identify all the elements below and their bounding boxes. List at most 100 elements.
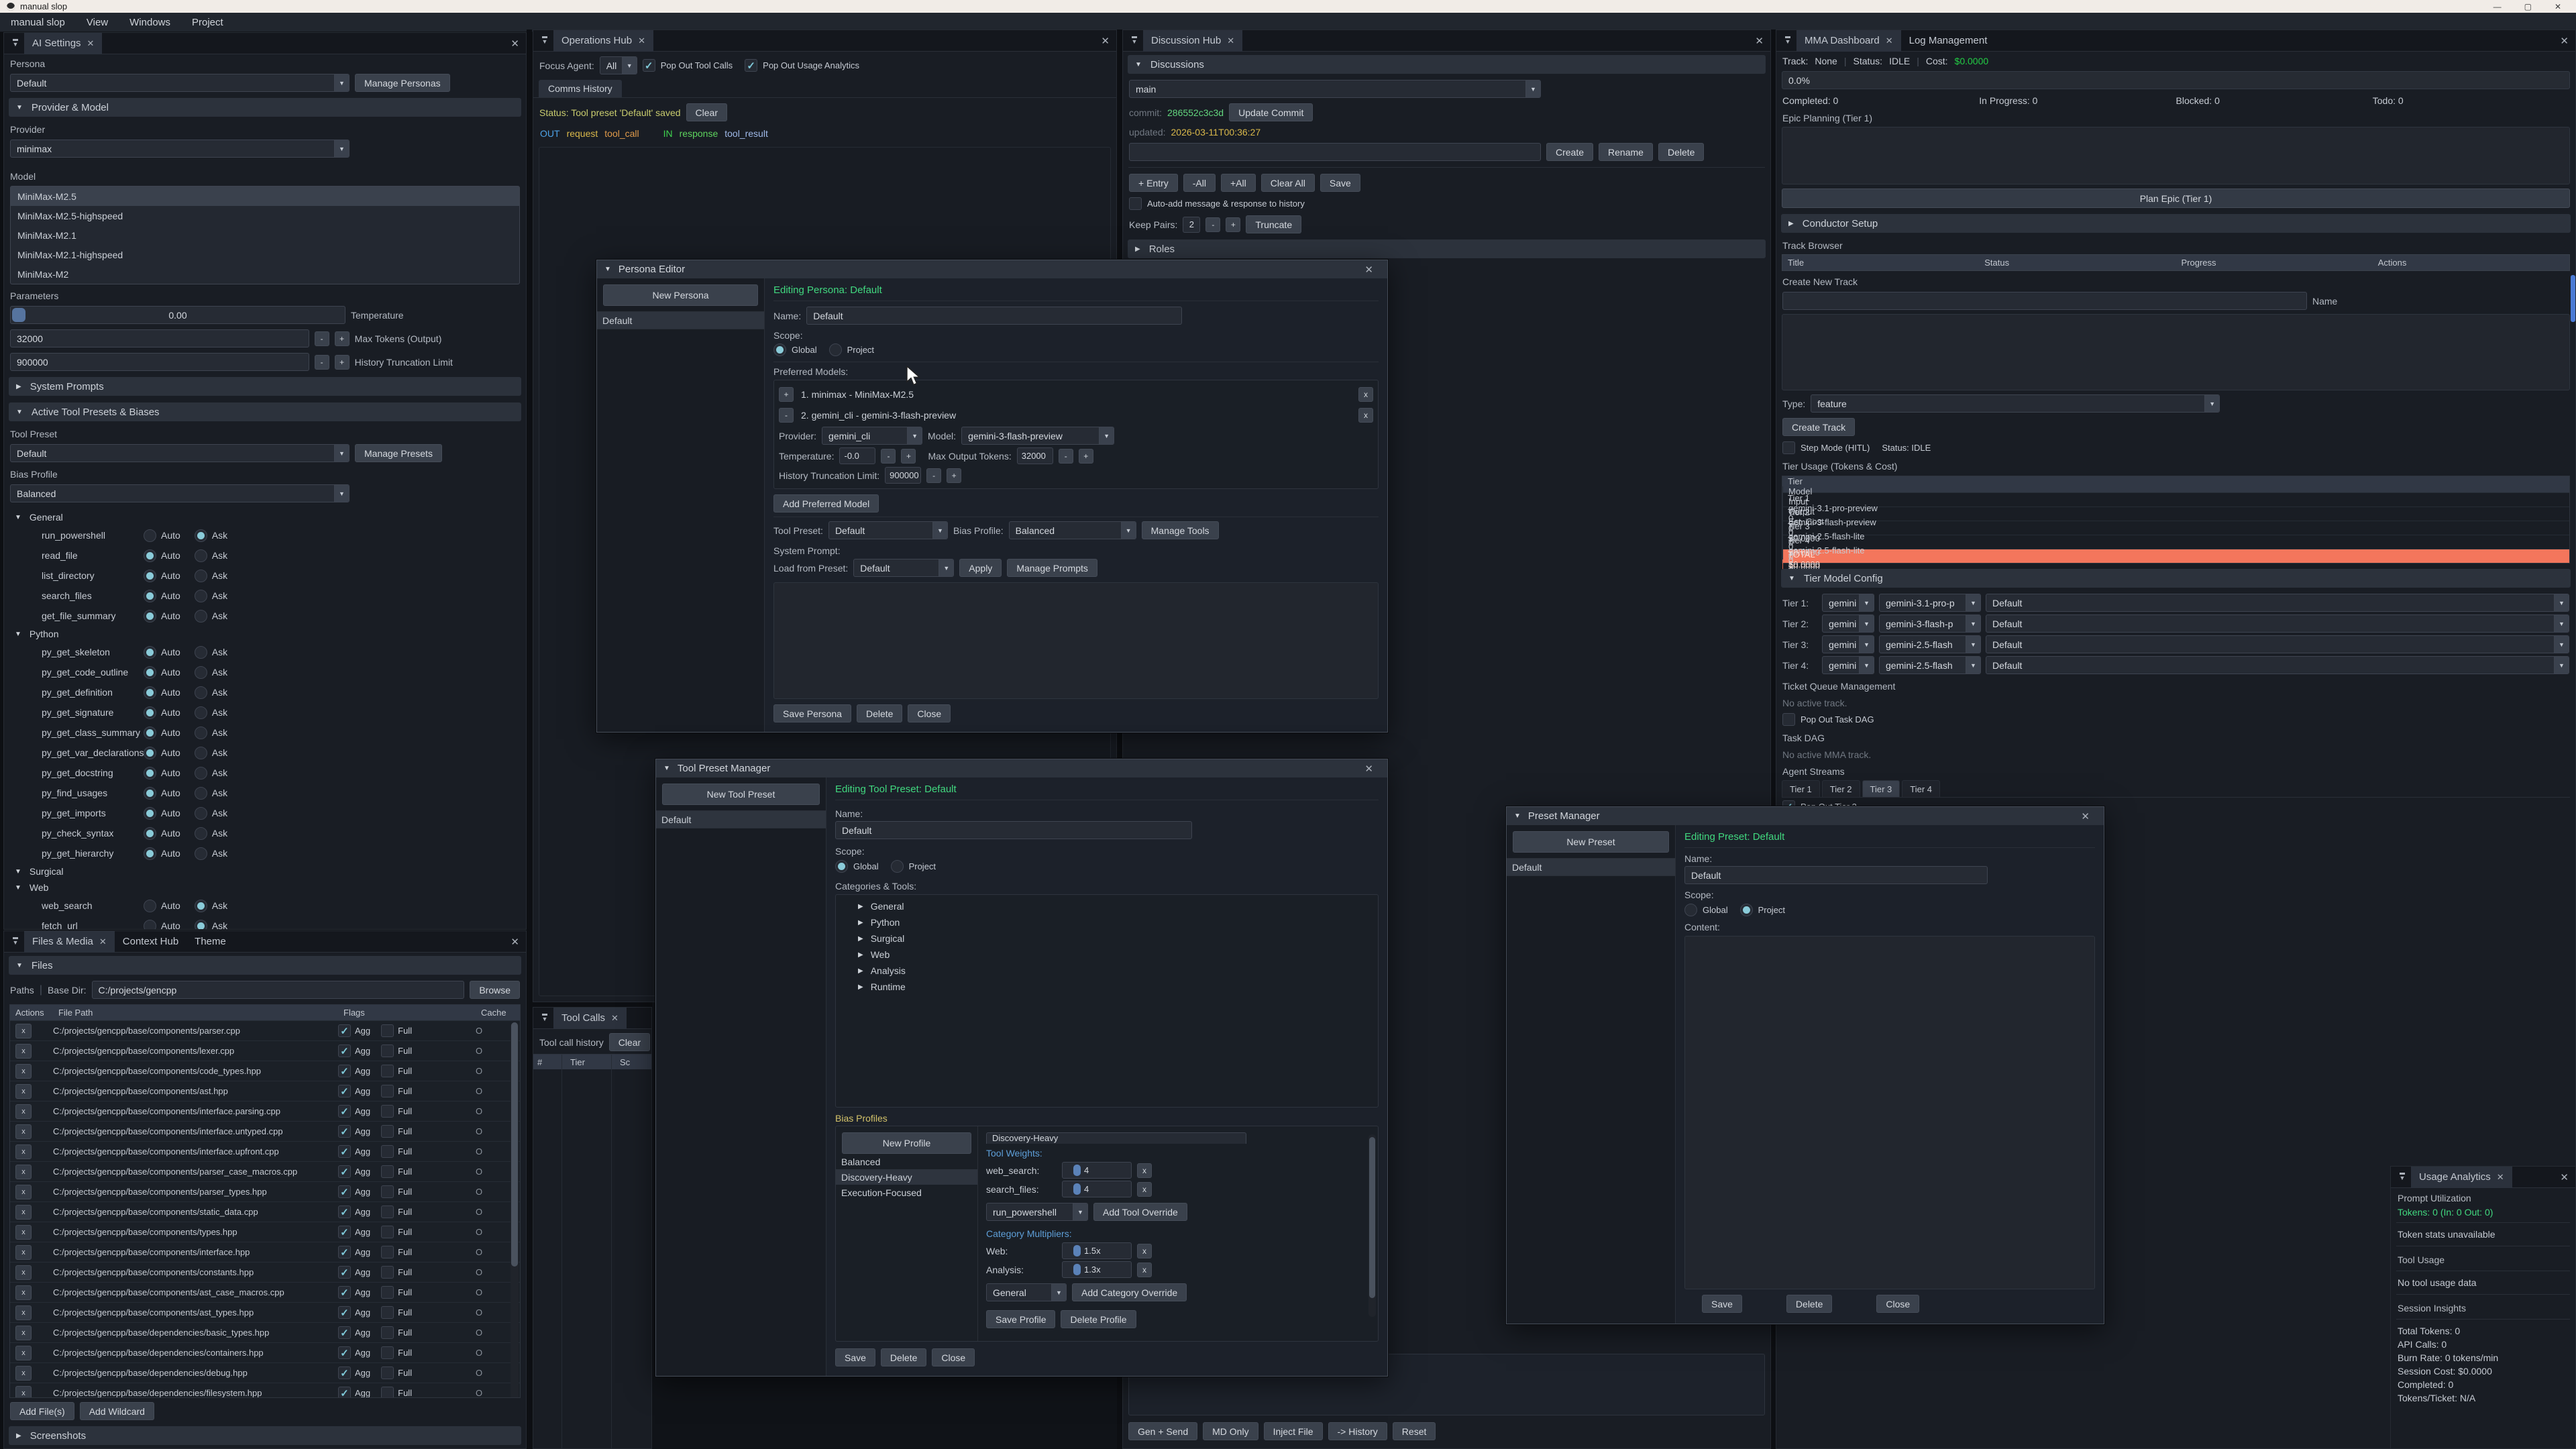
menu-item[interactable]: Windows [119, 17, 181, 28]
tier-provider-select[interactable]: gemini▼ [1822, 614, 1874, 633]
remove-file-button[interactable]: x [15, 1386, 32, 1399]
tier-provider-select[interactable]: gemini▼ [1822, 656, 1874, 674]
add-preferred-model-button[interactable]: Add Preferred Model [773, 494, 879, 513]
auto-radio[interactable] [144, 900, 156, 912]
tab-usage-analytics[interactable]: Usage Analytics✕ [2411, 1167, 2512, 1188]
close-tab-icon[interactable]: ✕ [611, 1013, 619, 1024]
tab-tool-calls[interactable]: Tool Calls✕ [553, 1008, 627, 1029]
remove-file-button[interactable]: x [15, 1124, 32, 1139]
base-dir-input[interactable]: C:/projects/gencpp [92, 981, 465, 999]
track-type-select[interactable]: feature▼ [1811, 394, 2220, 413]
agg-checkbox[interactable]: ✓ [338, 1105, 351, 1118]
pe-bias-select[interactable]: Balanced▼ [1009, 521, 1136, 539]
close-panel-icon[interactable]: ✕ [1101, 35, 1110, 47]
remove-file-button[interactable]: x [15, 1165, 32, 1179]
max-out-plus-button[interactable]: + [1079, 449, 1093, 464]
panel-menu-icon[interactable]: ▼ [536, 1012, 553, 1024]
tool-preset-list-item[interactable]: Default [656, 810, 826, 828]
full-checkbox[interactable]: ✓ [381, 1266, 394, 1279]
add-files-button[interactable]: Add File(s) [10, 1402, 74, 1420]
new-tool-preset-button[interactable]: New Tool Preset [662, 784, 820, 805]
profile-list-item[interactable]: Execution-Focused [836, 1185, 977, 1200]
load-preset-select[interactable]: Default▼ [853, 559, 954, 577]
tier-preset-select[interactable]: Default▼ [1986, 656, 2569, 674]
close-panel-icon[interactable]: ✕ [1755, 35, 1764, 47]
panel-menu-icon[interactable]: ▼ [1779, 35, 1796, 47]
full-checkbox[interactable]: ✓ [381, 1085, 394, 1097]
tier-provider-select[interactable]: gemini▼ [1822, 635, 1874, 653]
agg-checkbox[interactable]: ✓ [338, 1266, 351, 1279]
agg-checkbox[interactable]: ✓ [338, 1125, 351, 1138]
agg-checkbox[interactable]: ✓ [338, 1346, 351, 1359]
clear-tool-calls-button[interactable]: Clear [609, 1033, 650, 1051]
ask-radio[interactable] [195, 529, 207, 542]
category-item[interactable]: ▶ Python [841, 914, 1373, 930]
delete-preset-button[interactable]: Delete [1786, 1295, 1832, 1313]
entry-button[interactable]: Save [1320, 174, 1360, 192]
remove-file-button[interactable]: x [15, 1144, 32, 1159]
pop-out-usage-checkbox[interactable]: ✓ [745, 59, 757, 72]
remove-file-button[interactable]: x [15, 1245, 32, 1260]
system-prompts-header[interactable]: ▶ System Prompts [9, 377, 521, 396]
stream-tab[interactable]: Tier 4 [1902, 780, 1940, 797]
group-caret-icon[interactable]: ▼ [15, 631, 21, 638]
discussion-name-input[interactable] [1129, 143, 1541, 161]
ask-radio[interactable] [195, 767, 207, 780]
tier-preset-select[interactable]: Default▼ [1986, 614, 2569, 633]
remove-file-button[interactable]: x [15, 1265, 32, 1280]
auto-radio[interactable] [144, 727, 156, 739]
bias-profile-select[interactable]: Balanced▼ [10, 484, 350, 502]
remove-file-button[interactable]: x [15, 1305, 32, 1320]
category-item[interactable]: ▶ Web [841, 947, 1373, 963]
send-action-button[interactable]: Reset [1393, 1422, 1436, 1440]
splitter[interactable] [527, 30, 532, 1449]
group-caret-icon[interactable]: ▼ [15, 868, 21, 875]
panel-menu-icon[interactable]: ▼ [2394, 1171, 2411, 1183]
tp-name-input[interactable]: Default [835, 821, 1192, 839]
rename-discussion-button[interactable]: Rename [1599, 143, 1653, 161]
remove-file-button[interactable]: x [15, 1346, 32, 1360]
auto-radio[interactable] [144, 920, 156, 930]
agg-checkbox[interactable]: ✓ [338, 1246, 351, 1258]
tab-context-hub[interactable]: Context Hub [115, 931, 186, 953]
stream-tab[interactable]: Tier 1 [1782, 780, 1820, 797]
delete-tool-preset-button[interactable]: Delete [881, 1348, 926, 1366]
active-tool-presets-header[interactable]: ▼ Active Tool Presets & Biases [9, 402, 521, 421]
tool-preset-select[interactable]: Default▼ [10, 444, 350, 462]
focus-agent-select[interactable]: All▼ [600, 56, 637, 74]
auto-radio[interactable] [144, 686, 156, 699]
remove-file-button[interactable]: x [15, 1285, 32, 1300]
pm-max-out-input[interactable]: 32000 [1017, 447, 1053, 464]
pm-hist-input[interactable]: 900000 [885, 467, 921, 484]
entry-button[interactable]: Clear All [1261, 174, 1315, 192]
bias-scrollbar[interactable] [1368, 1134, 1376, 1317]
preset-scope-project-radio[interactable] [1740, 904, 1753, 916]
full-checkbox[interactable]: ✓ [381, 1044, 394, 1057]
max-tokens-minus-button[interactable]: - [315, 331, 329, 346]
max-out-minus-button[interactable]: - [1059, 449, 1073, 464]
model-option[interactable]: MiniMax-M2.1-highspeed [11, 245, 519, 264]
agg-checkbox[interactable]: ✓ [338, 1326, 351, 1339]
full-checkbox[interactable]: ✓ [381, 1125, 394, 1138]
auto-radio[interactable] [144, 570, 156, 582]
auto-radio[interactable] [144, 767, 156, 780]
close-persona-editor-button[interactable]: Close [908, 704, 951, 722]
temperature-slider[interactable]: 0.00 [10, 306, 345, 324]
close-panel-icon[interactable]: ✕ [511, 38, 519, 50]
hist-plus-button[interactable]: + [947, 468, 961, 483]
create-discussion-button[interactable]: Create [1546, 143, 1593, 161]
agg-checkbox[interactable]: ✓ [338, 1044, 351, 1057]
auto-radio[interactable] [144, 747, 156, 759]
history-limit-minus-button[interactable]: - [315, 355, 329, 370]
remove-file-button[interactable]: x [15, 1185, 32, 1199]
send-action-button[interactable]: MD Only [1203, 1422, 1258, 1440]
send-action-button[interactable]: Inject File [1264, 1422, 1323, 1440]
manage-personas-button[interactable]: Manage Personas [355, 74, 450, 92]
remove-file-button[interactable]: x [15, 1366, 32, 1381]
ask-radio[interactable] [195, 570, 207, 582]
save-preset-button[interactable]: Save [1702, 1295, 1742, 1313]
ask-radio[interactable] [195, 666, 207, 679]
scope-project-radio[interactable] [829, 343, 842, 356]
provider-select[interactable]: minimax▼ [10, 140, 350, 158]
minimize-button[interactable]: — [2493, 2, 2502, 11]
